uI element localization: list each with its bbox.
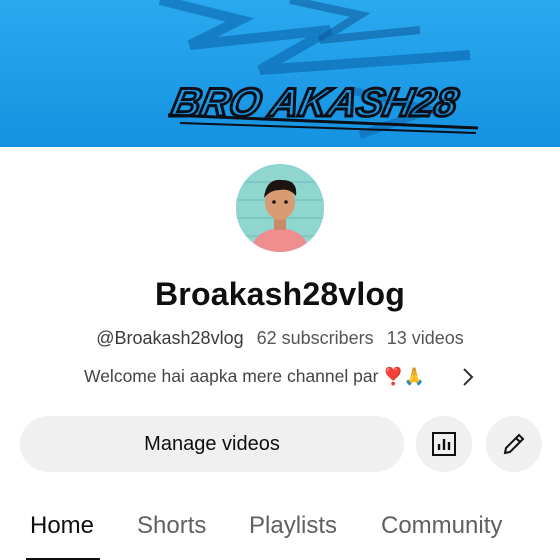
description-text: Welcome hai aapka mere channel par (84, 366, 379, 386)
tab-playlists[interactable]: Playlists (249, 512, 337, 540)
tab-home[interactable]: Home (30, 512, 94, 540)
channel-name: Broakash28vlog (154, 276, 406, 312)
channel-tabs: Home Shorts Playlists Community (0, 506, 560, 560)
channel-banner: BRO AKASH28 (0, 0, 560, 147)
pencil-icon (503, 433, 525, 455)
avatar-image (236, 164, 324, 252)
banner-text: BRO AKASH28 (167, 79, 462, 124)
banner-art: BRO AKASH28 (158, 0, 479, 139)
tab-shorts[interactable]: Shorts (137, 512, 206, 540)
subscriber-count: 62 subscribers (256, 328, 374, 348)
chevron-right-icon[interactable] (458, 366, 478, 388)
edit-channel-button[interactable] (486, 416, 542, 472)
channel-meta: @Broakash28vlog 62 subscribers 13 videos (0, 328, 560, 349)
tab-community[interactable]: Community (381, 512, 502, 540)
analytics-button[interactable] (416, 416, 472, 472)
channel-handle[interactable]: @Broakash28vlog (96, 328, 243, 348)
bar-chart-icon (432, 432, 456, 456)
manage-videos-label: Manage videos (144, 432, 280, 455)
video-count: 13 videos (386, 328, 464, 348)
manage-videos-button[interactable]: Manage videos (20, 416, 404, 472)
channel-description[interactable]: Welcome hai aapka mere channel par ❣️🙏 (84, 366, 425, 387)
channel-avatar[interactable] (236, 164, 324, 252)
description-emoji: ❣️🙏 (382, 366, 425, 386)
